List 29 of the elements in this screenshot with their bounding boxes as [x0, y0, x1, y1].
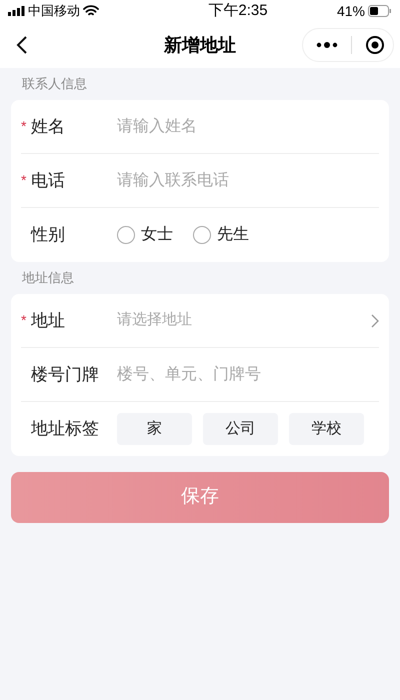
field-label: 性别 [31, 224, 65, 246]
section-title: 地址信息 [21, 269, 75, 288]
carrier-name: 中国移动 [28, 2, 80, 20]
radio-option[interactable]: 女士 [117, 223, 173, 247]
battery-percent: 41% [336, 2, 365, 20]
address-tag[interactable]: 公司 [203, 413, 278, 445]
required-asterisk: * [21, 311, 26, 330]
text-input-field[interactable]: 请输入联系电话 [117, 168, 379, 192]
address-tag[interactable]: 家 [117, 413, 192, 445]
radio-option[interactable]: 先生 [193, 223, 249, 247]
field-label: 电话 [31, 170, 65, 192]
chevron-right-icon [371, 314, 379, 328]
battery-icon [368, 5, 392, 17]
text-input-field[interactable]: 请输入姓名 [117, 114, 379, 138]
field-label: 楼号门牌 [31, 364, 99, 386]
field-label: 地址 [31, 310, 65, 332]
field-label: 姓名 [31, 116, 65, 138]
page-title: 新增地址 [164, 34, 236, 56]
text-input-field[interactable]: 楼号、单元、门牌号 [117, 362, 379, 386]
required-asterisk: * [21, 171, 26, 190]
back-icon[interactable] [16, 35, 28, 55]
more-icon[interactable] [316, 42, 338, 48]
section-title: 联系人信息 [21, 75, 88, 94]
address-tag[interactable]: 学校 [289, 413, 364, 445]
required-asterisk: * [21, 117, 26, 136]
status-time: 下午2:35 [208, 0, 268, 21]
signal-icon [8, 6, 25, 16]
wifi-icon [83, 5, 99, 17]
field-label: 地址标签 [31, 418, 99, 440]
